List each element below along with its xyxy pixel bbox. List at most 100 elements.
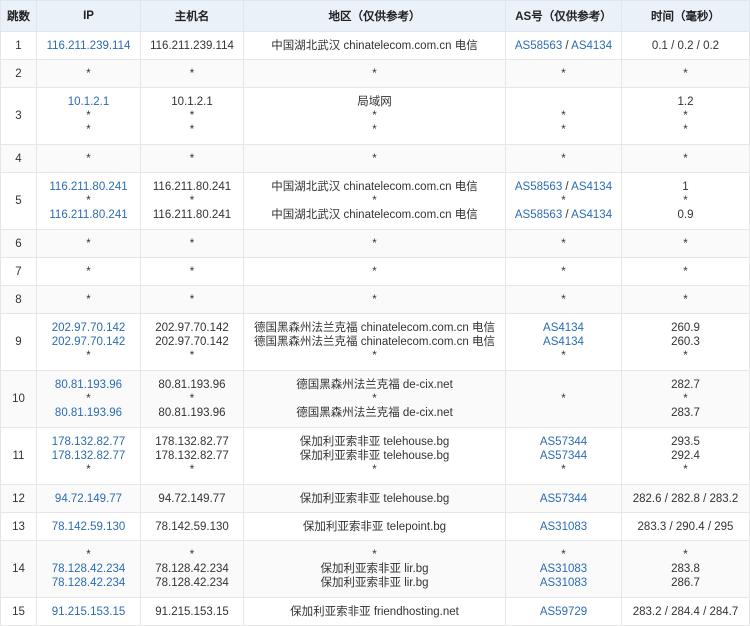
ip-link[interactable]: 80.81.193.96 xyxy=(55,379,122,391)
hostname-text: * xyxy=(189,293,195,306)
ip-link[interactable]: 116.211.80.241 xyxy=(49,181,127,193)
geo-text: * xyxy=(372,393,377,405)
hop-cell: 9 xyxy=(0,313,37,371)
geo-cell: 保加利亚索非亚 telehouse.bg xyxy=(243,484,506,513)
geo-cell: 中国湖北武汉 chinatelecom.com.cn 电信 xyxy=(243,31,506,60)
ip-link[interactable]: 80.81.193.96 xyxy=(55,407,122,419)
geo-cell: 局域网 * * xyxy=(243,87,506,145)
ip-link[interactable]: 10.1.2.1 xyxy=(68,96,110,108)
ip-cell: * xyxy=(36,229,141,258)
time-text: 1 xyxy=(682,181,689,193)
ip-link[interactable]: 202.97.70.142 xyxy=(52,336,126,348)
ip-link[interactable]: 116.211.80.241 xyxy=(49,209,127,221)
hop-cell: 15 xyxy=(0,597,37,626)
ip-link[interactable]: 78.128.42.234 xyxy=(52,577,126,589)
table-body: 1 116.211.239.114 116.211.239.114 中国湖北武汉 ch… xyxy=(0,31,750,626)
as-link[interactable]: AS31083 xyxy=(540,521,587,533)
ip-link[interactable]: 94.72.149.77 xyxy=(55,493,122,505)
time-cell: * xyxy=(621,285,750,314)
hop-number: 3 xyxy=(15,110,22,122)
as-link[interactable]: AS57344 xyxy=(540,450,587,462)
as-link[interactable]: AS31083 xyxy=(540,577,587,589)
ip-link: * xyxy=(86,393,91,405)
as-link[interactable]: AS4134 xyxy=(543,336,584,348)
geo-text: * xyxy=(372,293,377,306)
geo-text: * xyxy=(372,195,377,207)
ip-link[interactable]: 178.132.82.77 xyxy=(52,436,126,448)
ip-link[interactable]: 178.132.82.77 xyxy=(52,450,126,462)
hop-cell: 1 xyxy=(0,31,37,60)
as-separator: / xyxy=(562,39,572,52)
time-text: 282.7 xyxy=(671,379,700,391)
ip-cell: 94.72.149.77 xyxy=(36,484,141,513)
as-cell: AS4134 AS4134 * xyxy=(505,313,622,371)
traceroute-table: 跳数 IP 主机名 地区（仅供参考） AS号（仅供参考） 时间（毫秒） 1 116… xyxy=(0,0,750,626)
as-text: * xyxy=(561,110,566,122)
ip-link[interactable]: 78.128.42.234 xyxy=(52,563,126,575)
geo-text: 保加利亚索非亚 friendhosting.net xyxy=(290,605,459,618)
as-cell: * AS31083 AS31083 xyxy=(505,540,622,598)
ip-link[interactable]: 78.142.59.130 xyxy=(52,521,126,533)
ip-link: * xyxy=(86,350,91,362)
hop-number: 8 xyxy=(15,293,22,306)
as-link[interactable]: AS4134 xyxy=(571,209,612,221)
as-cell: AS58563 / AS4134 * AS58563 / AS4134 xyxy=(505,172,622,230)
time-text: * xyxy=(683,110,688,122)
host-cell: 202.97.70.142 202.97.70.142 * xyxy=(140,313,244,371)
table-row: 5 116.211.80.241 * 116.211.80.241 116.211.80… xyxy=(0,172,750,230)
geo-text: 保加利亚索非亚 telehouse.bg xyxy=(299,450,450,462)
hostname-text: * xyxy=(189,195,195,207)
table-header-row: 跳数 IP 主机名 地区（仅供参考） AS号（仅供参考） 时间（毫秒） xyxy=(0,0,750,32)
table-row: 8 * * * * * xyxy=(0,285,750,314)
as-link[interactable]: AS57344 xyxy=(540,436,587,448)
ip-link: * xyxy=(86,124,91,136)
as-link[interactable]: AS59729 xyxy=(540,606,587,618)
ip-link: * xyxy=(86,195,91,207)
ip-link: * xyxy=(86,110,91,122)
geo-text: 局域网 xyxy=(357,96,392,108)
as-cell: AS31083 xyxy=(505,512,622,541)
as-link[interactable]: AS58563 xyxy=(515,209,562,221)
hostname-text: * xyxy=(189,237,195,250)
as-cell: * xyxy=(505,229,622,258)
ip-link[interactable]: 202.97.70.142 xyxy=(52,322,126,334)
time-text: 260.9 xyxy=(671,322,700,334)
as-link[interactable]: AS58563 xyxy=(515,40,562,52)
hop-cell: 5 xyxy=(0,172,37,230)
geo-text: * xyxy=(372,464,377,476)
time-cell: * xyxy=(621,144,750,173)
host-cell: * xyxy=(140,285,244,314)
geo-text: 保加利亚索非亚 lir.bg xyxy=(320,577,429,589)
as-link[interactable]: AS4134 xyxy=(571,40,612,52)
time-text: 0.1 / 0.2 / 0.2 xyxy=(651,39,720,52)
time-text: * xyxy=(683,464,688,476)
hop-cell: 2 xyxy=(0,59,37,88)
as-link[interactable]: AS31083 xyxy=(540,563,587,575)
host-cell: * xyxy=(140,59,244,88)
hop-number: 12 xyxy=(12,492,25,505)
table-row: 11 178.132.82.77 178.132.82.77 * 178.132.82.… xyxy=(0,427,750,485)
time-text: 283.8 xyxy=(671,563,700,575)
geo-text: 德国黑森州法兰克福 de-cix.net xyxy=(296,379,453,391)
ip-link[interactable]: 91.215.153.15 xyxy=(52,606,126,618)
ip-cell: * 78.128.42.234 78.128.42.234 xyxy=(36,540,141,598)
geo-text: * xyxy=(372,124,377,136)
geo-cell: * xyxy=(243,144,506,173)
geo-cell: * xyxy=(243,257,506,286)
as-link[interactable]: AS57344 xyxy=(540,493,587,505)
time-text: 286.7 xyxy=(671,577,700,589)
hostname-text: 116.211.80.241 xyxy=(152,209,232,221)
geo-text: * xyxy=(372,152,377,165)
ip-link[interactable]: 116.211.239.114 xyxy=(47,40,131,52)
as-link[interactable]: AS4134 xyxy=(543,322,584,334)
as-link[interactable]: AS4134 xyxy=(571,181,612,193)
time-cell: 260.9 260.3 * xyxy=(621,313,750,371)
host-cell: 178.132.82.77 178.132.82.77 * xyxy=(140,427,244,485)
as-cell: * xyxy=(505,59,622,88)
geo-text: 保加利亚索非亚 lir.bg xyxy=(320,563,429,575)
header-time: 时间（毫秒） xyxy=(621,0,750,32)
as-link[interactable]: AS58563 xyxy=(515,181,562,193)
hop-cell: 8 xyxy=(0,285,37,314)
hostname-text: * xyxy=(189,350,195,362)
table-row: 14 * 78.128.42.234 78.128.42.234 * 78.128.42.… xyxy=(0,540,750,598)
